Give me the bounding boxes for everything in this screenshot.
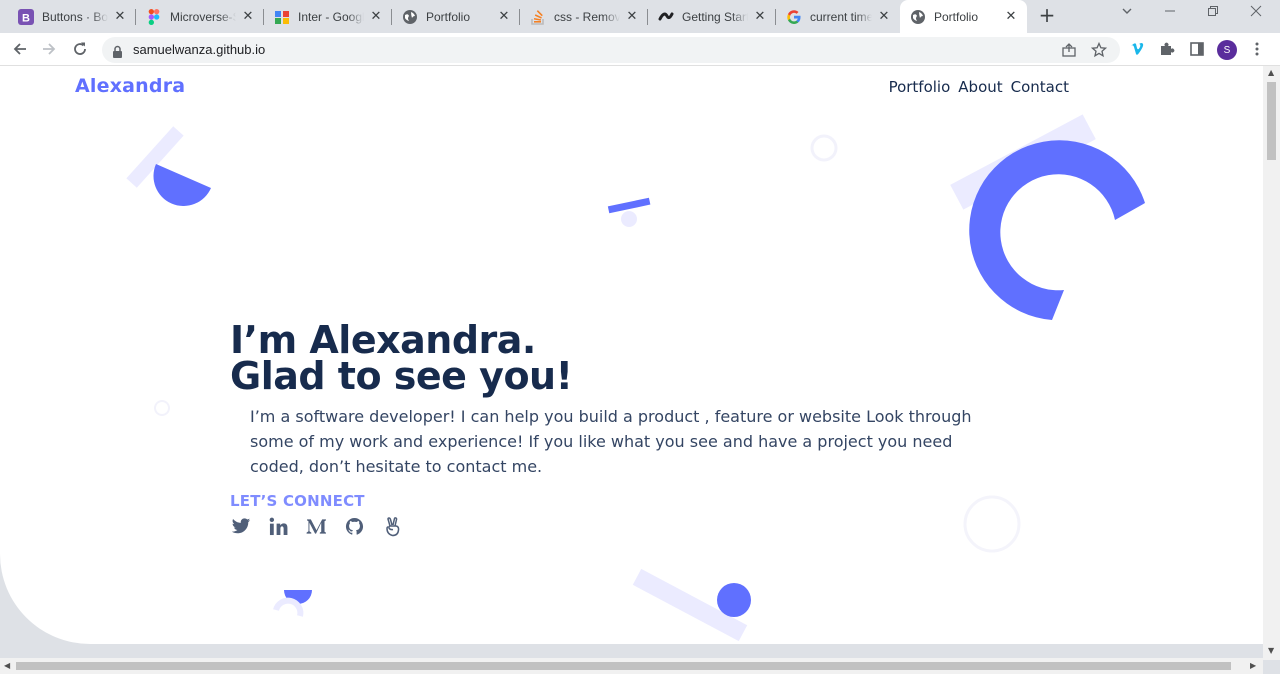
horizontal-scroll-thumb[interactable] [16,662,1231,670]
portfolio-page: Alexandra Portfolio About Contact I’m Al… [0,66,1263,644]
globe-icon [402,9,418,25]
minimize-icon[interactable] [1159,5,1181,21]
lets-connect-heading: LET’S CONNECT [230,492,365,510]
browser-toolbar: samuelwanza.github.io S [0,33,1280,66]
medium-icon[interactable] [306,516,327,537]
twitter-icon[interactable] [230,516,251,537]
decorative-ring-right [963,495,1021,553]
browser-tab[interactable]: Microverse-Snapshoot ✕ [136,0,264,33]
tab-title: Microverse-Snapshoot [170,9,236,24]
nav-link-portfolio[interactable]: Portfolio [889,78,951,96]
main-nav: Portfolio About Contact [889,78,1069,96]
star-icon[interactable] [1090,41,1108,59]
decorative-shape-top-left [126,126,211,206]
close-icon[interactable]: ✕ [240,9,256,25]
kebab-menu-icon[interactable] [1246,38,1268,60]
scroll-right-icon[interactable]: ▶ [1250,661,1256,670]
tab-search-icon[interactable] [1116,5,1138,21]
tab-title: Buttons · Bootstrap [42,9,108,24]
github-icon[interactable] [344,516,365,537]
side-panel-icon[interactable] [1186,38,1208,60]
hero-headline: I’m Alexandra. Glad to see you! [230,318,573,398]
vimeo-extension-icon[interactable] [1127,38,1149,60]
reload-icon[interactable] [69,38,91,60]
headline-line-1: I’m Alexandra. [230,318,536,362]
browser-tab[interactable]: current time ✕ [776,0,900,33]
svg-text:B: B [22,12,30,24]
close-icon[interactable]: ✕ [624,9,640,25]
decorative-ring-top [810,134,838,162]
headline-line-2: Glad to see you! [230,354,573,398]
tab-strip: B Buttons · Bootstrap ✕ Microverse-Snaps… [0,0,1280,33]
page-viewport: Alexandra Portfolio About Contact I’m Al… [0,66,1263,644]
back-arrow-icon[interactable] [9,38,31,60]
tab-title: Inter - Google Fonts [298,9,364,24]
decorative-shape-top-center [607,197,651,227]
tab-title: css - Remove [554,9,620,24]
tab-title: current time [810,9,872,24]
decorative-ring-left [154,400,170,416]
scroll-up-icon[interactable]: ▲ [1268,68,1274,77]
restore-icon[interactable] [1202,5,1224,21]
new-tab-button[interactable]: + [1036,5,1058,27]
tab-title: Getting Started [682,9,748,24]
browser-tab[interactable]: css - Remove ✕ [520,0,648,33]
close-icon[interactable]: ✕ [876,9,892,25]
bootstrap-icon: B [18,8,34,25]
url-text: samuelwanza.github.io [133,42,266,57]
hero-intro: I’m a software developer! I can help you… [250,407,972,476]
close-icon[interactable]: ✕ [496,9,512,25]
google-icon [786,9,802,25]
site-logo[interactable]: Alexandra [75,75,185,97]
window-close-icon[interactable] [1245,5,1267,21]
scroll-down-icon[interactable]: ▼ [1268,646,1274,655]
browser-tab-active[interactable]: Portfolio ✕ [900,0,1027,33]
browser-tab[interactable]: Getting Started ✕ [648,0,776,33]
globe-icon [910,9,926,25]
social-links [230,516,403,537]
google-fonts-icon [274,9,290,25]
lock-icon[interactable] [112,43,123,62]
hero-section: I’m Alexandra. Glad to see you! I’m a so… [230,318,972,536]
forward-arrow-icon[interactable] [38,38,60,60]
vertical-scrollbar[interactable]: ▲ ▼ [1263,66,1280,660]
share-icon[interactable] [1060,41,1078,59]
close-icon[interactable]: ✕ [368,9,384,25]
decorative-shape-bottom-center [632,568,751,642]
extensions-puzzle-icon[interactable] [1156,38,1178,60]
browser-tab[interactable]: Portfolio ✕ [392,0,520,33]
tab-title: Portfolio [426,9,471,24]
profile-avatar[interactable]: S [1217,40,1237,60]
tab-title: Portfolio [934,9,979,24]
getting-started-icon [658,9,674,25]
angellist-icon[interactable] [382,516,403,537]
linkedin-icon[interactable] [268,516,289,537]
nav-link-about[interactable]: About [958,78,1002,96]
scroll-left-icon[interactable]: ◀ [4,661,10,670]
figma-icon [146,8,162,25]
nav-link-contact[interactable]: Contact [1011,78,1069,96]
vertical-scroll-thumb[interactable] [1267,82,1276,160]
browser-tab[interactable]: Inter - Google Fonts ✕ [264,0,392,33]
decorative-c-shape [950,114,1145,320]
browser-tab[interactable]: B Buttons · Bootstrap ✕ [8,0,136,33]
close-icon[interactable]: ✕ [1003,9,1019,25]
address-bar[interactable]: samuelwanza.github.io [102,37,1120,63]
horizontal-scrollbar[interactable]: ◀ ▶ [0,658,1263,674]
decorative-shape-bottom-left [273,590,312,617]
close-icon[interactable]: ✕ [112,9,128,25]
stackoverflow-icon [530,9,546,25]
close-icon[interactable]: ✕ [752,9,768,25]
